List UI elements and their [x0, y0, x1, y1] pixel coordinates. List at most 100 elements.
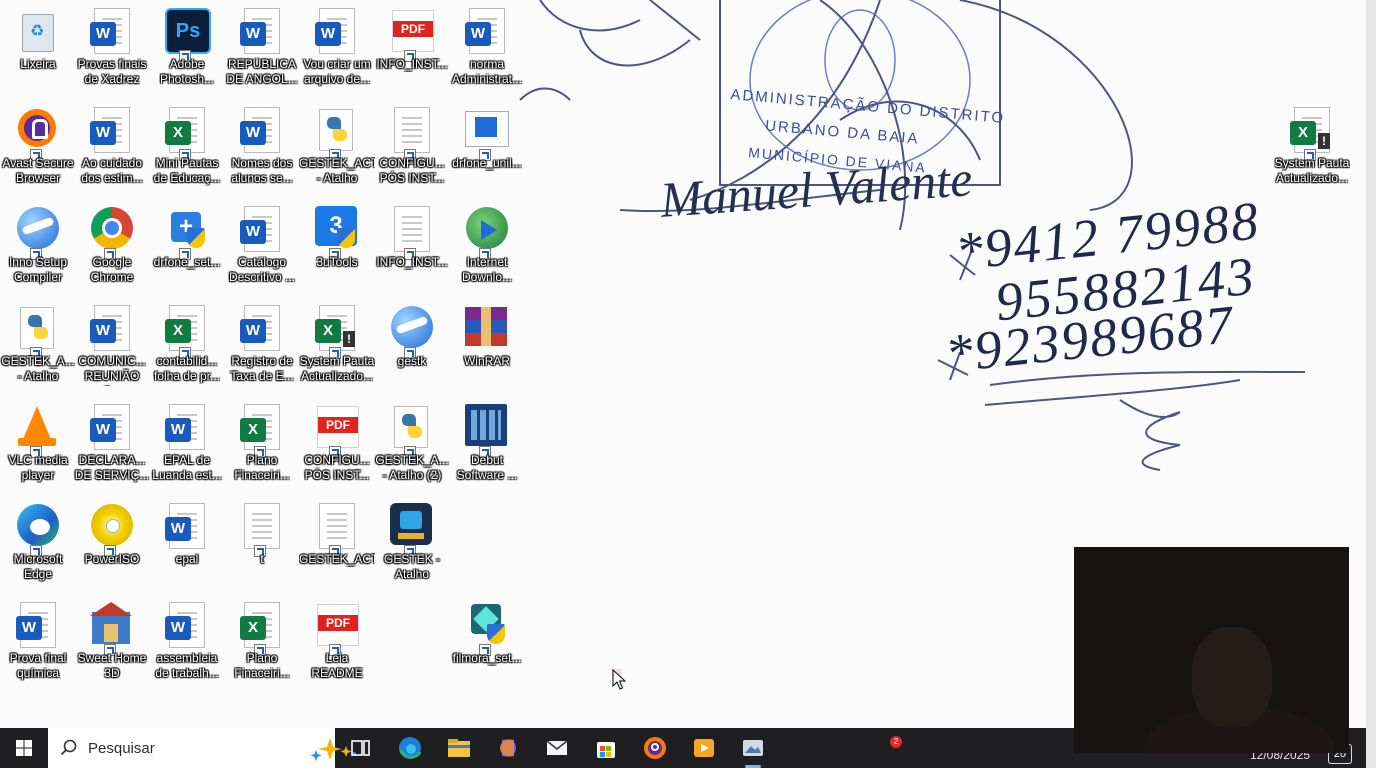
blank-icon	[315, 503, 359, 557]
photoshop-icon: Ps	[165, 8, 211, 62]
word-icon: W	[165, 503, 209, 549]
store-icon	[597, 742, 615, 758]
desktop-icon-label: CONFIGU... PÓS INST...	[304, 453, 370, 482]
taskbar-app-photos[interactable]	[729, 728, 777, 768]
desktop-icon-label: Registro de Taxa de E...	[230, 354, 294, 383]
taskbar-app-avast[interactable]	[631, 728, 679, 768]
desktop-icon[interactable]: W Provas finais de Xadrez	[74, 0, 150, 94]
desktop-icon[interactable]: W Prova final química	[0, 594, 76, 688]
desktop-icon[interactable]: ♻ Lixeira	[0, 0, 76, 94]
desktop-icon-label: System Pauta Actualizado...	[1274, 156, 1350, 185]
desktop-icon[interactable]: Google Chrome	[74, 198, 150, 292]
desktop-icon[interactable]: PDF CONFIGU... PÓS INST...	[299, 396, 375, 490]
desktop-icon-label: Lixeira	[20, 57, 56, 71]
desktop-icon[interactable]: Xcontabilid... folha de pr...	[149, 297, 225, 391]
desktop-icon-label: Nomes dos alunos se...	[231, 156, 293, 185]
desktop-icon[interactable]: PDF Leia README	[299, 594, 375, 688]
desktop-icon-label: Adobe Photosh...	[159, 57, 215, 86]
search-icon	[60, 739, 77, 756]
taskbar-app-mail[interactable]	[533, 728, 581, 768]
desktop-icon-label: DECLARA... DE SERVIÇ...	[74, 453, 150, 482]
file-explorer-icon	[448, 739, 470, 757]
edge-icon	[399, 737, 422, 759]
desktop-icon-label: Provas finais de Xadrez	[77, 57, 147, 86]
pdf-icon: PDF	[315, 602, 359, 656]
text-icon	[390, 107, 434, 161]
mouse-cursor-icon	[612, 669, 626, 690]
desktop-icon[interactable]: t	[224, 495, 300, 589]
desktop-icon[interactable]: Internet Downlo...	[449, 198, 525, 292]
taskbar-app-media-player[interactable]	[680, 728, 728, 768]
desktop-icon[interactable]: GESTEK - Atalho	[374, 495, 450, 589]
desktop-icon[interactable]: gestk	[374, 297, 450, 391]
desktop-icon[interactable]: Microsoft Edge	[0, 495, 76, 589]
desktop-icon-label: GESTEK_A... - Atalho (2)	[375, 453, 449, 482]
desktop-icon[interactable]: X Plano Finaceiri...	[224, 396, 300, 490]
desktop-icon[interactable]: WCOMUNIC... REUNIÃO C...	[74, 297, 150, 391]
desktop-icon[interactable]: INFO_INST...	[374, 198, 450, 292]
desktop-icon[interactable]: VLC media player	[0, 396, 76, 490]
desktop-icon[interactable]: Wnorma Administrat...	[449, 0, 525, 94]
desktop-icon-label: gestk	[397, 354, 427, 368]
desktop-icon[interactable]: Ps Adobe Photosh...	[149, 0, 225, 94]
pdf-icon: PDF	[315, 404, 359, 458]
webcam-overlay[interactable]	[1074, 547, 1349, 753]
desktop-icon[interactable]: drfone_unil...	[449, 99, 525, 193]
desktop-icon[interactable]: GESTEK_A... - Atalho (2)	[374, 396, 450, 490]
desktop-icon[interactable]: CONFIGU... PÓS INST...	[374, 99, 450, 193]
desktop-icon[interactable]: + drfone_set...	[149, 198, 225, 292]
taskbar-app-file-explorer[interactable]	[435, 728, 483, 768]
desktop-icon[interactable]: PowerISO	[74, 495, 150, 589]
desktop-icon-label: epal	[175, 552, 199, 566]
search-box[interactable]: Pesquisar	[48, 728, 356, 768]
desktop-icon-label: t	[260, 552, 264, 566]
word-icon: W	[90, 107, 134, 153]
desktop-icon[interactable]: Sweet Home 3D	[74, 594, 150, 688]
excel-icon: X	[165, 305, 209, 359]
taskbar-app-task-view[interactable]	[336, 728, 384, 768]
task-view-icon	[351, 740, 370, 756]
desktop-icon[interactable]: W EPAL de Luanda est...	[149, 396, 225, 490]
desktop-icon[interactable]: W Catálogo Descritivo ...	[224, 198, 300, 292]
notification-badge: 2	[890, 736, 902, 748]
excel-icon: X	[240, 602, 284, 656]
desktop-icon[interactable]: 3 3uTools	[299, 198, 375, 292]
desktop-icon[interactable]: X! System Pauta Actualizado...	[299, 297, 375, 391]
taskbar-app-edge[interactable]	[386, 728, 434, 768]
desktop-icon-label: Prova final química	[9, 651, 67, 680]
start-button[interactable]	[0, 728, 48, 768]
3utools-icon: 3	[315, 206, 359, 260]
desktop-icon[interactable]: W Registro de Taxa de E...	[224, 297, 300, 391]
desktop-icon-label: GESTEK_ACT	[299, 552, 375, 566]
desktop-icon-label: Sweet Home 3D	[77, 651, 147, 680]
desktop-icon[interactable]: Avast Secure Browser	[0, 99, 76, 193]
desktop-icon[interactable]: Inno Setup Compiler	[0, 198, 76, 292]
taskbar-app-copilot[interactable]	[484, 728, 532, 768]
desktop-icon[interactable]: W REPÚBLICA DE ANGOL...	[224, 0, 300, 94]
desktop-icon[interactable]: Debut Software ...	[449, 396, 525, 490]
desktop-icon[interactable]: WinRAR	[449, 297, 525, 391]
desktop-icon[interactable]: PDF INFO_INST...	[374, 0, 450, 94]
desktop-icon[interactable]: X! System Pauta Actualizado...	[1274, 99, 1350, 193]
desktop-icon[interactable]: GESTEK_ACT - Atalho	[299, 99, 375, 193]
desktop-icon[interactable]: GESTEK_A... - Atalho	[0, 297, 76, 391]
taskbar-app-store[interactable]	[582, 728, 630, 768]
desktop-icon[interactable]: X Plano Finaceiri...	[224, 594, 300, 688]
word-icon: W	[165, 602, 209, 648]
desktop-icon[interactable]: filmora_set...	[449, 594, 525, 688]
desktop-icon[interactable]: W Nomes dos alunos se...	[224, 99, 300, 193]
desktop-icon[interactable]: W Ao cuidado dos estim...	[74, 99, 150, 193]
filmora-icon	[465, 602, 509, 656]
desktop-icon[interactable]: Wassembleia de trabalh...	[149, 594, 225, 688]
desktop-icon[interactable]: W DECLARA... DE SERVIÇ...	[74, 396, 150, 490]
desktop-icon[interactable]: W Vou criar um arquivo de...	[299, 0, 375, 94]
desktop-icon[interactable]: Wepal	[149, 495, 225, 589]
excel-warn-icon: X!	[315, 305, 359, 359]
media-player-icon	[694, 739, 714, 757]
excel-warn-icon: X!	[1290, 107, 1334, 161]
desktop-icon[interactable]: X Mini Pautas de Educaç...	[149, 99, 225, 193]
python-icon	[390, 404, 434, 458]
word-icon: W	[240, 107, 284, 153]
desktop-icon-label: Plano Finaceiri...	[234, 651, 290, 680]
desktop-icon[interactable]: GESTEK_ACT	[299, 495, 375, 589]
